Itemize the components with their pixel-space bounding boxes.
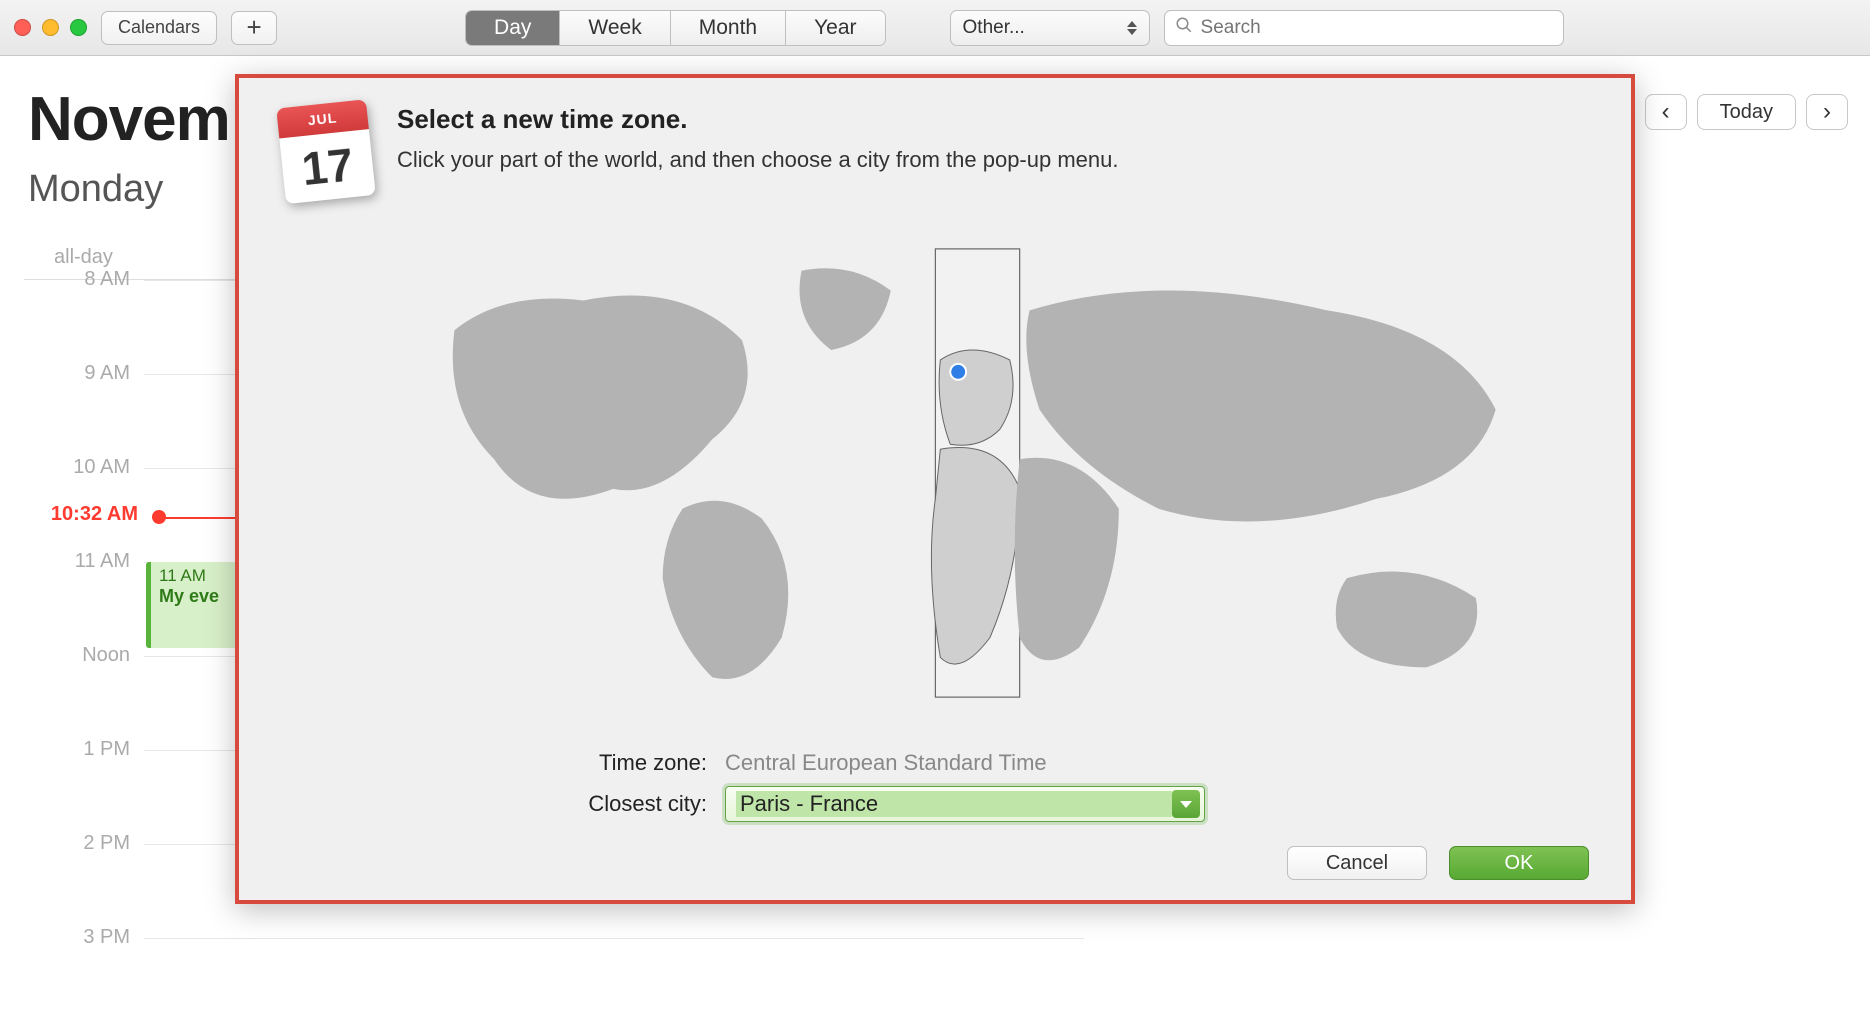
fullscreen-window-button[interactable]	[70, 19, 87, 36]
main-content: Novem Monday ‹ Today › all-day 8 AM 9 AM…	[0, 56, 1870, 1029]
hour-label: 1 PM	[24, 738, 130, 761]
cancel-button[interactable]: Cancel	[1287, 846, 1427, 880]
plus-icon: +	[246, 12, 261, 43]
month-title: Novem	[28, 84, 230, 155]
hour-label: 10 AM	[24, 456, 130, 479]
view-segmented-control: Day Week Month Year	[465, 10, 885, 46]
event-time: 11 AM	[159, 566, 246, 586]
dialog-subtitle: Click your part of the world, and then c…	[397, 147, 1119, 173]
prev-button[interactable]: ‹	[1645, 94, 1687, 130]
closest-city-value: Paris - France	[736, 791, 1172, 817]
window-controls	[14, 19, 87, 36]
view-tab-month[interactable]: Month	[671, 11, 786, 45]
date-nav-cluster: ‹ Today ›	[1645, 94, 1848, 130]
chevron-down-icon	[1180, 801, 1192, 808]
view-tab-week[interactable]: Week	[560, 11, 670, 45]
map-pin-icon	[950, 364, 966, 380]
chevron-right-icon: ›	[1823, 98, 1831, 126]
titlebar: Calendars + Day Week Month Year Other...	[0, 0, 1870, 56]
up-down-caret-icon	[1127, 21, 1137, 35]
hour-label: Noon	[24, 644, 130, 667]
hour-label: 11 AM	[24, 550, 130, 573]
timezone-label: Time zone:	[385, 750, 725, 776]
today-button[interactable]: Today	[1697, 94, 1796, 130]
world-map[interactable]	[385, 204, 1575, 744]
hour-label: 9 AM	[24, 362, 130, 385]
add-event-button[interactable]: +	[231, 11, 277, 45]
view-tab-day[interactable]: Day	[466, 11, 560, 45]
ok-button[interactable]: OK	[1449, 846, 1589, 880]
calendar-icon-day: 17	[279, 129, 375, 204]
current-time-label: 10:32 AM	[24, 503, 144, 526]
timezone-value: Central European Standard Time	[725, 750, 1047, 776]
close-window-button[interactable]	[14, 19, 31, 36]
search-field[interactable]	[1164, 10, 1564, 46]
calendars-button[interactable]: Calendars	[101, 11, 217, 45]
hour-label: 2 PM	[24, 832, 130, 855]
hour-label: 3 PM	[24, 926, 130, 949]
next-button[interactable]: ›	[1806, 94, 1848, 130]
minimize-window-button[interactable]	[42, 19, 59, 36]
hour-label: 8 AM	[24, 268, 130, 291]
calendar-app-icon: JUL 17	[270, 99, 376, 205]
closest-city-label: Closest city:	[385, 791, 725, 817]
search-icon	[1175, 16, 1193, 39]
combobox-toggle-button[interactable]	[1172, 790, 1200, 818]
search-input[interactable]	[1201, 17, 1553, 39]
weekday-label: Monday	[28, 168, 163, 211]
dialog-title: Select a new time zone.	[397, 104, 1119, 135]
closest-city-combobox[interactable]: Paris - France	[725, 786, 1205, 822]
view-tab-year[interactable]: Year	[786, 11, 884, 45]
chevron-left-icon: ‹	[1662, 98, 1670, 126]
other-dropdown[interactable]: Other...	[950, 10, 1150, 46]
other-dropdown-label: Other...	[963, 17, 1025, 39]
timezone-dialog: JUL 17 Select a new time zone. Click you…	[235, 74, 1635, 904]
event-title: My eve	[159, 586, 246, 607]
